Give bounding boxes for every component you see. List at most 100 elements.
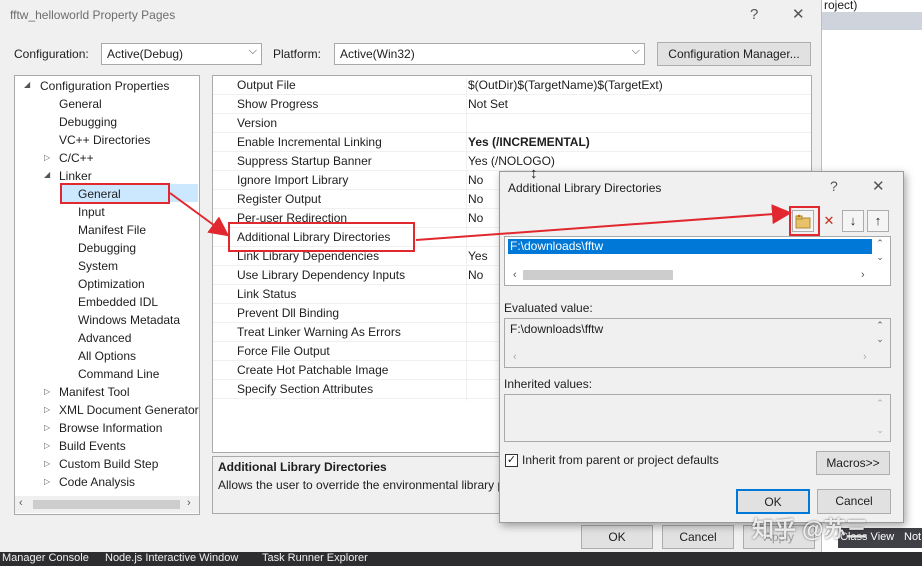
property-row[interactable]: Version (213, 114, 811, 135)
configuration-manager-button[interactable]: Configuration Manager... (657, 42, 811, 66)
expand-icon[interactable]: ▷ (44, 477, 50, 486)
property-row[interactable]: Suppress Startup Banner Yes (/NOLOGO) (213, 152, 811, 173)
property-name: Specify Section Attributes (237, 382, 374, 396)
annotation-box-linker-general (60, 183, 170, 204)
list-scroll-thumb[interactable] (523, 270, 673, 280)
property-name: Use Library Dependency Inputs (237, 268, 406, 282)
lib-help-button[interactable]: ? (830, 178, 838, 194)
expand-icon[interactable]: ▷ (44, 387, 50, 396)
property-name: Create Hot Patchable Image (237, 363, 389, 377)
tree-item-linker-advanced[interactable]: Advanced (78, 329, 131, 347)
cancel-button[interactable]: Cancel (662, 525, 734, 549)
platform-select[interactable]: Active(Win32) ⌵ (334, 43, 645, 65)
property-value[interactable] (466, 382, 468, 401)
collapse-icon[interactable]: ◢ (44, 170, 50, 179)
tab-task-runner-explorer[interactable]: Task Runner Explorer (262, 552, 368, 564)
expand-icon[interactable]: ▷ (44, 405, 50, 414)
evaluated-value-text: F:\downloads\fftw (510, 322, 604, 336)
dialog-title: fftw_helloworld Property Pages (10, 8, 176, 22)
property-row[interactable]: Output File $(OutDir)$(TargetName)$(Targe… (213, 76, 811, 97)
expand-icon[interactable]: ▷ (44, 423, 50, 432)
watermark: 知乎 @苏三 (752, 517, 868, 542)
tree-item-c-cpp[interactable]: C/C++ (59, 149, 94, 167)
annotation-box-new-line-button (789, 206, 820, 236)
ok-button[interactable]: OK (581, 525, 653, 549)
tab-nodejs-interactive-window[interactable]: Node.js Interactive Window (105, 552, 238, 564)
inherit-checkbox[interactable]: ✓ (505, 454, 518, 467)
tree-item-vc-directories[interactable]: VC++ Directories (59, 131, 150, 149)
scroll-right-icon[interactable]: › (187, 497, 191, 509)
inherited-values-label: Inherited values: (504, 377, 593, 391)
tree-item-linker-system[interactable]: System (78, 257, 118, 275)
tree-item-linker-debugging[interactable]: Debugging (78, 239, 136, 257)
chevron-down-icon: ⌵ (248, 45, 257, 57)
resize-cursor-icon: ↕ (530, 165, 538, 182)
evaluated-value-box: F:\downloads\fftw ⌃ ⌄ ‹ › (504, 318, 891, 368)
close-button[interactable]: ✕ (792, 5, 805, 23)
tree-item-manifest-tool[interactable]: Manifest Tool (59, 383, 129, 401)
scroll-right-icon[interactable]: › (861, 269, 865, 281)
expand-icon[interactable]: ▷ (44, 459, 50, 468)
tree-scroll-thumb[interactable] (33, 500, 180, 509)
scroll-right-icon[interactable]: › (863, 351, 867, 363)
tree-item-linker-all-options[interactable]: All Options (78, 347, 136, 365)
lib-dialog-title: Additional Library Directories (508, 181, 662, 195)
tree-item-code-analysis[interactable]: Code Analysis (59, 473, 135, 491)
configuration-label: Configuration: (14, 47, 89, 61)
lib-close-button[interactable]: ✕ (872, 177, 885, 195)
lib-ok-button[interactable]: OK (736, 489, 810, 514)
tree-item-browse-information[interactable]: Browse Information (59, 419, 162, 437)
scroll-down-icon[interactable]: ⌄ (872, 252, 888, 263)
scroll-left-icon[interactable]: ‹ (19, 497, 23, 509)
directory-entry-selected[interactable]: F:\downloads\fftw (508, 239, 872, 254)
property-name: Output File (237, 78, 296, 92)
platform-label: Platform: (273, 47, 322, 61)
lib-cancel-button[interactable]: Cancel (817, 489, 891, 514)
tree-item-general[interactable]: General (59, 95, 102, 113)
property-name: Ignore Import Library (237, 173, 349, 187)
tree-item-xml-document-generator[interactable]: XML Document Generator (59, 401, 199, 419)
scroll-up-icon[interactable]: ⌃ (872, 398, 888, 409)
tree-item-configuration-properties[interactable]: Configuration Properties (40, 77, 169, 95)
ide-background-selection (822, 12, 922, 30)
tree-item-linker-windows-metadata[interactable]: Windows Metadata (78, 311, 180, 329)
tree-item-linker-embedded-idl[interactable]: Embedded IDL (78, 293, 158, 311)
property-row[interactable]: Enable Incremental Linking Yes (/INCREMEN… (213, 133, 811, 154)
scroll-left-icon[interactable]: ‹ (513, 269, 517, 281)
help-button[interactable]: ? (750, 6, 758, 23)
additional-library-directories-dialog: Additional Library Directories ? ✕ ✕ ↓ ↑… (499, 171, 904, 523)
tree-item-linker-optimization[interactable]: Optimization (78, 275, 145, 293)
configuration-select[interactable]: Active(Debug) ⌵ (101, 43, 262, 65)
property-name: Register Output (237, 192, 322, 206)
tree-item-linker-manifest-file[interactable]: Manifest File (78, 221, 146, 239)
tab-package-manager-console[interactable]: Manager Console (2, 552, 89, 564)
property-name: Force File Output (237, 344, 330, 358)
scroll-down-icon[interactable]: ⌄ (872, 334, 888, 345)
macros-button[interactable]: Macros>> (816, 451, 890, 475)
scroll-up-icon[interactable]: ⌃ (872, 320, 888, 331)
tree-item-custom-build-step[interactable]: Custom Build Step (59, 455, 158, 473)
tree-item-debugging[interactable]: Debugging (59, 113, 117, 131)
property-name: Enable Incremental Linking (237, 135, 382, 149)
chevron-down-icon: ⌵ (631, 45, 640, 57)
tree-item-linker-input[interactable]: Input (78, 203, 105, 221)
expand-icon[interactable]: ▷ (44, 441, 50, 450)
collapse-icon[interactable]: ◢ (24, 80, 30, 89)
property-name: Suppress Startup Banner (237, 154, 372, 168)
expand-icon[interactable]: ▷ (44, 153, 50, 162)
move-down-icon[interactable]: ↓ (842, 210, 864, 232)
directory-list[interactable]: F:\downloads\fftw ⌃ ⌄ ‹ › (504, 236, 891, 286)
scroll-up-icon[interactable]: ⌃ (872, 238, 888, 249)
property-row[interactable]: Show Progress Not Set (213, 95, 811, 116)
tab-notifications[interactable]: Not (904, 531, 921, 543)
platform-value: Active(Win32) (340, 47, 415, 61)
tree-item-build-events[interactable]: Build Events (59, 437, 126, 455)
delete-line-icon[interactable]: ✕ (818, 210, 840, 232)
scroll-down-icon[interactable]: ⌄ (872, 425, 888, 436)
scroll-left-icon[interactable]: ‹ (513, 351, 517, 363)
evaluated-value-label: Evaluated value: (504, 301, 593, 315)
inherit-checkbox-label[interactable]: Inherit from parent or project defaults (522, 453, 719, 467)
move-up-icon[interactable]: ↑ (867, 210, 889, 232)
description-text: Allows the user to override the environm… (218, 478, 505, 492)
tree-item-linker-command-line[interactable]: Command Line (78, 365, 159, 383)
